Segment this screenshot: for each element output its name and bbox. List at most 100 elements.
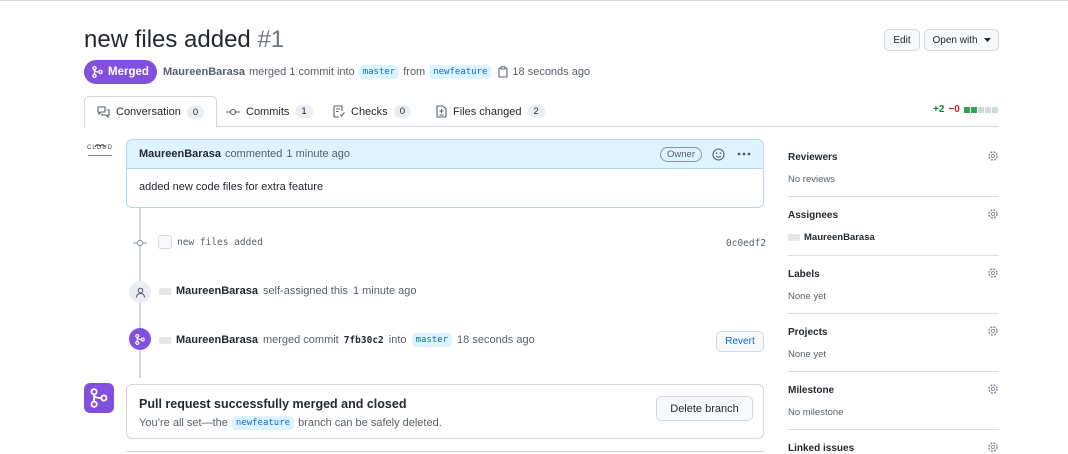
smiley-icon[interactable]	[712, 147, 725, 161]
gear-icon[interactable]	[987, 267, 999, 279]
user-avatar[interactable]	[159, 287, 171, 295]
gear-icon[interactable]	[987, 383, 999, 395]
owner-badge: Owner	[660, 146, 702, 162]
merge-box-text-before: You’re all set—the	[139, 417, 228, 429]
pr-meta: MaureenBarasa merged 1 commit into maste…	[163, 65, 590, 79]
assign-event-text: self-assigned this	[262, 285, 348, 297]
diffstat: +2 −0	[933, 104, 999, 115]
diffstat-bar	[963, 106, 999, 113]
tab-conversation-count: 0	[186, 105, 205, 119]
milestone-value: No milestone	[788, 407, 844, 418]
merge-icon	[92, 66, 103, 78]
tab-commits-label: Commits	[246, 105, 290, 118]
kebab-horizontal-icon[interactable]	[737, 152, 751, 156]
assignee-name[interactable]: MaureenBarasa	[804, 232, 875, 243]
tab-checks[interactable]: Checks 0	[321, 96, 423, 127]
comment-action: commented	[224, 148, 283, 160]
merge-status-box: Pull request successfully merged and clo…	[126, 384, 764, 439]
diff-deletions: −0	[948, 104, 960, 115]
revert-button-label: Revert	[725, 336, 755, 347]
commit-icon	[226, 108, 240, 115]
merge-event-badge	[129, 328, 151, 350]
commit-node-icon	[133, 239, 147, 247]
commit-avatar	[158, 235, 172, 249]
open-with-button[interactable]: Open with	[924, 29, 999, 51]
assignees-value: MaureenBarasa	[788, 232, 999, 243]
merged-status-badge: Merged	[84, 60, 157, 84]
pr-number: #1	[257, 26, 285, 53]
sidebar-divider	[788, 196, 999, 197]
commit-sha[interactable]: 0c0edf2	[726, 238, 766, 249]
comment-box: MaureenBarasa commented 1 minute ago Own…	[126, 139, 764, 208]
gear-icon[interactable]	[987, 325, 999, 337]
labels-label[interactable]: Labels	[788, 269, 999, 280]
tab-commits[interactable]: Commits 1	[214, 96, 325, 127]
pr-time: 18 seconds ago	[512, 66, 591, 78]
tab-checks-label: Checks	[351, 105, 388, 118]
merged-status-label: Merged	[108, 66, 149, 78]
sidebar-divider	[788, 371, 999, 372]
linked-issues-label[interactable]: Linked issues	[788, 443, 999, 454]
assignees-label[interactable]: Assignees	[788, 210, 999, 221]
gear-icon[interactable]	[987, 208, 999, 220]
edit-button-label: Edit	[893, 34, 911, 46]
comment-body: added new code files for extra feature	[139, 181, 324, 193]
base-branch[interactable]: master	[358, 65, 400, 79]
user-avatar[interactable]	[159, 336, 171, 344]
avatar-logo-text: CLOUD	[86, 145, 113, 151]
sidebar-divider	[788, 255, 999, 256]
merge-commit-sha[interactable]: 7fb30c2	[344, 335, 384, 346]
sidebar-assignees: Assignees MaureenBarasa	[788, 208, 999, 243]
head-branch[interactable]: newfeature	[429, 65, 492, 79]
open-with-label: Open with	[932, 34, 978, 46]
merge-base-branch[interactable]: master	[411, 333, 453, 347]
commit-event: new files added	[177, 237, 263, 248]
sidebar-linked-issues: Linked issues	[788, 441, 999, 454]
edit-button[interactable]: Edit	[884, 29, 920, 51]
file-diff-icon	[436, 105, 447, 118]
bottom-divider	[126, 451, 764, 452]
assign-event: MaureenBarasa self-assigned this 1 minut…	[159, 285, 417, 297]
delete-branch-button[interactable]: Delete branch	[656, 396, 753, 421]
merge-event-user[interactable]: MaureenBarasa	[176, 334, 258, 346]
merge-box-title: Pull request successfully merged and clo…	[139, 397, 407, 411]
projects-value: None yet	[788, 349, 827, 360]
projects-label[interactable]: Projects	[788, 327, 999, 338]
tab-files-changed[interactable]: Files changed 2	[424, 96, 557, 127]
reviewers-label[interactable]: Reviewers	[788, 152, 999, 163]
merge-box-branch[interactable]: newfeature	[231, 416, 295, 430]
labels-value: None yet	[788, 291, 827, 302]
gear-icon[interactable]	[987, 441, 999, 453]
top-border	[0, 0, 1068, 1]
sidebar-divider	[788, 313, 999, 314]
merged-box-icon	[84, 383, 114, 413]
sidebar-milestone: Milestone No milestone	[788, 383, 999, 418]
comment-avatar[interactable]: CLOUD	[86, 143, 114, 163]
commit-message[interactable]: new files added	[177, 237, 263, 248]
git-merge-icon	[90, 388, 108, 408]
assign-event-time[interactable]: 1 minute ago	[353, 285, 417, 297]
milestone-label[interactable]: Milestone	[788, 385, 999, 396]
delete-branch-label: Delete branch	[670, 402, 739, 415]
checklist-icon	[333, 105, 345, 118]
merge-box-text-after: branch can be safely deleted.	[298, 417, 442, 429]
user-avatar[interactable]	[788, 234, 800, 241]
tab-conversation[interactable]: Conversation 0	[84, 96, 218, 128]
pr-author-link[interactable]: MaureenBarasa	[163, 66, 245, 78]
sidebar-divider	[788, 429, 999, 430]
tab-checks-count: 0	[393, 105, 411, 118]
person-icon-badge	[129, 281, 151, 303]
comment-author[interactable]: MaureenBarasa	[139, 148, 221, 160]
sidebar-labels: Labels None yet	[788, 267, 999, 302]
merge-event: MaureenBarasa merged commit 7fb30c2 into…	[159, 333, 535, 347]
revert-button[interactable]: Revert	[716, 331, 764, 352]
assign-event-user[interactable]: MaureenBarasa	[176, 285, 258, 297]
comment-time[interactable]: 1 minute ago	[286, 148, 350, 160]
tab-commits-count: 1	[295, 105, 313, 118]
merge-event-time[interactable]: 18 seconds ago	[457, 334, 535, 346]
caret-down-icon	[983, 37, 991, 42]
comment-discussion-icon	[97, 106, 110, 118]
copy-icon[interactable]	[498, 66, 508, 78]
reviewers-value: No reviews	[788, 174, 835, 185]
gear-icon[interactable]	[987, 150, 999, 162]
